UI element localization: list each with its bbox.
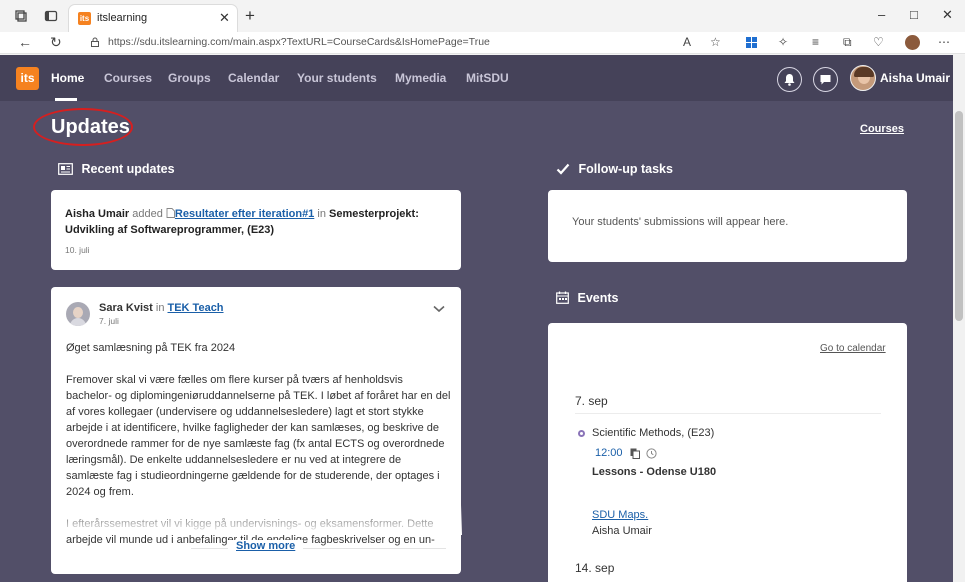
nav-calendar[interactable]: Calendar xyxy=(228,71,279,85)
maximize-button[interactable]: □ xyxy=(910,7,918,22)
post-meta: Sara Kvist in TEK Teach xyxy=(99,302,224,314)
back-arrow-icon[interactable]: ← xyxy=(18,34,32,50)
tab-title: itslearning xyxy=(97,12,148,24)
post-date: 7. juli xyxy=(99,316,119,326)
read-aloud-icon[interactable]: A xyxy=(683,35,691,49)
itslearning-logo[interactable]: its xyxy=(16,67,39,90)
event-type: Lessons - Odense U180 xyxy=(592,466,717,478)
events-heading: Events xyxy=(556,291,618,305)
event-day-date: 7. sep xyxy=(575,394,608,408)
update-verb: added xyxy=(132,208,163,220)
nav-courses[interactable]: Courses xyxy=(104,71,152,85)
sdu-maps-link[interactable]: SDU Maps. xyxy=(592,509,648,521)
page-title: Updates xyxy=(51,116,130,138)
new-tab-button[interactable]: + xyxy=(245,6,255,26)
more-menu-icon[interactable]: ⋯ xyxy=(938,35,950,49)
page-scrollbar[interactable] xyxy=(953,55,965,582)
performance-heart-icon[interactable]: ♡ xyxy=(873,35,884,49)
update-actor[interactable]: Aisha Umair xyxy=(65,208,129,220)
minimize-button[interactable]: – xyxy=(878,7,885,22)
nav-home[interactable]: Home xyxy=(51,71,84,85)
top-navigation: its Home Courses Groups Calendar Your st… xyxy=(0,55,953,101)
post-fade-overlay xyxy=(51,505,462,535)
calendar-icon xyxy=(556,291,569,304)
followup-label: Follow-up tasks xyxy=(578,162,673,176)
active-nav-indicator xyxy=(55,98,77,101)
post-paragraph-1: Fremover skal vi være fælles om flere ku… xyxy=(66,374,451,498)
refresh-icon[interactable]: ↻ xyxy=(50,34,62,51)
tab-close-icon[interactable]: ✕ xyxy=(219,10,230,26)
news-icon xyxy=(58,163,73,175)
close-window-button[interactable]: ✕ xyxy=(942,7,953,23)
nav-groups[interactable]: Groups xyxy=(168,71,211,85)
event-day-date-2: 14. sep xyxy=(575,561,615,575)
recent-updates-heading: Recent updates xyxy=(58,162,175,176)
extension-icon[interactable] xyxy=(746,37,757,48)
recent-updates-label: Recent updates xyxy=(81,162,175,176)
messages-button[interactable] xyxy=(813,67,838,92)
update-text: Aisha Umair added Resultater efter itera… xyxy=(65,206,435,238)
events-card: Go to calendar 7. sep Scientific Methods… xyxy=(548,323,907,582)
event-time: 12:00 xyxy=(595,447,623,459)
user-avatar[interactable] xyxy=(850,65,876,91)
browser-tab-bar: its itslearning ✕ + – □ ✕ xyxy=(0,0,965,32)
browser-tab[interactable]: its itslearning ✕ xyxy=(68,4,238,32)
collections-icon[interactable]: ⧉ xyxy=(843,35,852,50)
post-author-avatar[interactable] xyxy=(66,302,90,326)
event-day-divider xyxy=(575,413,881,414)
itslearning-app: its Home Courses Groups Calendar Your st… xyxy=(0,55,953,582)
update-file-link[interactable]: Resultater efter iteration#1 xyxy=(175,208,314,220)
update-card: Aisha Umair added Resultater efter itera… xyxy=(51,190,461,270)
favorites-list-icon[interactable]: ≡ xyxy=(812,35,819,49)
workspaces-icon[interactable] xyxy=(14,9,28,23)
document-icon xyxy=(166,208,175,218)
extensions-puzzle-icon[interactable]: ✧ xyxy=(778,35,788,49)
update-prep: in xyxy=(317,208,326,220)
post-author[interactable]: Sara Kvist xyxy=(99,302,153,314)
url-field[interactable]: https://sdu.itslearning.com/main.aspx?Te… xyxy=(108,36,490,48)
post-card: Sara Kvist in TEK Teach 7. juli Øget sam… xyxy=(51,287,462,574)
nav-mymedia[interactable]: Mymedia xyxy=(395,71,446,85)
followup-card: Your students' submissions will appear h… xyxy=(548,190,907,262)
itslearning-favicon-icon: its xyxy=(78,12,91,25)
notifications-button[interactable] xyxy=(777,67,802,92)
go-to-calendar-link[interactable]: Go to calendar xyxy=(820,343,886,354)
copy-icon[interactable] xyxy=(630,448,640,459)
favorite-star-icon[interactable]: ☆ xyxy=(710,35,721,49)
courses-link[interactable]: Courses xyxy=(860,123,904,135)
post-prep: in xyxy=(155,302,165,314)
update-date: 10. juli xyxy=(65,245,90,255)
user-name[interactable]: Aisha Umair xyxy=(880,71,950,85)
events-label: Events xyxy=(577,291,619,305)
event-person: Aisha Umair xyxy=(592,525,652,537)
scrollbar-thumb[interactable] xyxy=(955,111,963,321)
address-bar: ← ↻ https://sdu.itslearning.com/main.asp… xyxy=(0,32,965,54)
profile-avatar-icon[interactable] xyxy=(905,35,920,50)
bell-icon xyxy=(784,74,795,86)
show-more-button[interactable]: Show more xyxy=(228,540,304,552)
clock-icon xyxy=(646,448,657,459)
tab-actions-icon[interactable] xyxy=(44,9,58,23)
chat-bubble-icon xyxy=(820,75,831,85)
chevron-down-icon[interactable] xyxy=(433,305,445,313)
followup-empty-text: Your students' submissions will appear h… xyxy=(572,216,789,228)
post-title: Øget samlæsning på TEK fra 2024 xyxy=(66,342,236,354)
checkmark-icon xyxy=(556,163,570,175)
post-group-link[interactable]: TEK Teach xyxy=(168,302,224,314)
event-title[interactable]: Scientific Methods, (E23) xyxy=(592,427,714,439)
lock-icon[interactable] xyxy=(90,37,100,47)
nav-your-students[interactable]: Your students xyxy=(297,71,377,85)
event-bullet-icon xyxy=(578,430,585,437)
followup-heading: Follow-up tasks xyxy=(556,162,673,176)
nav-mitsdu[interactable]: MitSDU xyxy=(466,71,509,85)
